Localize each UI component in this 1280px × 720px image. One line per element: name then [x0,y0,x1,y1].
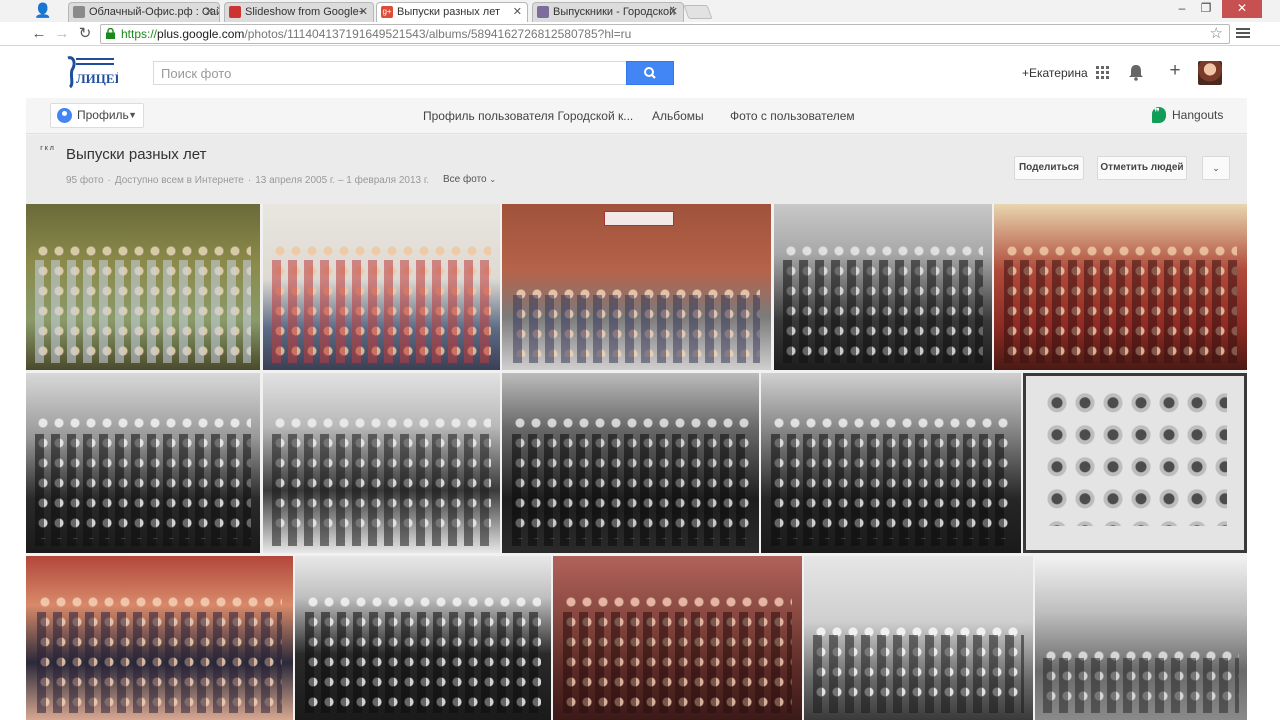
share-plus-icon[interactable]: + [1163,60,1187,84]
album-date-range: 13 апреля 2005 г. – 1 февраля 2013 г. [255,175,430,186]
url-path: /photos/111404137191649521543/albums/589… [244,27,632,41]
tab-favicon-icon [229,6,241,18]
tab-close-icon[interactable]: ✕ [513,3,522,21]
tab-favicon-icon [73,6,85,18]
search-button[interactable] [626,61,674,85]
album-photo[interactable] [1035,556,1247,720]
album-photo[interactable] [774,204,992,370]
tab-close-icon[interactable]: ✕ [669,3,678,21]
all-photos-label: Все фото [443,174,487,185]
share-button[interactable]: Поделиться [1014,156,1084,180]
url-scheme: https:// [121,27,158,41]
address-bar[interactable]: https://plus.google.com/photos/111404137… [100,24,1230,44]
album-header: г к л Выпуски разных лет 95 фото · Доступн… [26,135,1247,204]
album-photo[interactable] [26,556,293,720]
album-photo[interactable] [502,373,759,553]
nav-link-photos-of-user[interactable]: Фото с пользователем [730,109,855,123]
tab-favicon-icon [537,6,549,18]
hangouts-button[interactable]: Hangouts [1152,105,1224,124]
nav-link-profile[interactable]: Профиль пользователя Городской к... [423,109,633,123]
album-photo[interactable] [502,204,771,370]
profile-icon [57,108,72,123]
tab-close-icon[interactable]: ✕ [359,3,368,21]
album-photo[interactable] [804,556,1033,720]
forward-button[interactable]: → [52,24,72,44]
browser-tab-vypuski[interactable]: g+ Выпуски разных лет ✕ [376,2,528,23]
hangouts-label: Hangouts [1172,108,1224,122]
user-name-link[interactable]: +Екатерина [1022,66,1088,80]
album-photo[interactable] [263,204,500,370]
photo-banner [604,210,675,226]
apps-grid-icon[interactable] [1096,66,1109,79]
chevron-down-icon: ⌄ [489,175,497,184]
minimize-button[interactable]: – [1170,0,1194,18]
album-photo[interactable] [1023,373,1247,553]
browser-toolbar: ← → ↻ https://plus.google.com/photos/111… [0,22,1280,46]
notifications-bell-icon[interactable] [1128,64,1144,81]
avatar[interactable] [1198,61,1222,85]
album-photo[interactable] [761,373,1021,553]
album-meta: 95 фото · Доступно всем в Интернете · 13 апр… [66,175,430,186]
restore-button[interactable]: ❐ [1194,0,1218,18]
gplus-topbar: ЛИЦЕЙ +Екатерина + [26,46,1247,98]
tab-title: Выпускники - Городской [553,6,676,18]
album-photo[interactable] [553,556,802,720]
search-photos-input[interactable] [153,61,626,85]
close-window-button[interactable]: ✕ [1222,0,1262,18]
browser-menu-icon[interactable] [1236,26,1250,42]
nav-link-albums[interactable]: Альбомы [652,109,704,123]
album-photo[interactable] [994,204,1247,370]
hangouts-icon [1152,105,1166,123]
browser-tab-vypuskniki[interactable]: Выпускники - Городской ✕ [532,2,684,22]
photo-count: 95 фото [66,175,104,186]
album-owner-logo-icon: г к л [40,145,54,152]
album-photo[interactable] [26,204,260,370]
logo-text: ЛИЦЕЙ [76,71,118,86]
album-visibility: Доступно всем в Интернете [114,175,244,186]
lyceum-logo-icon[interactable]: ЛИЦЕЙ [62,54,118,90]
gplus-page: ЛИЦЕЙ +Екатерина + Профиль ▼ Профиль пол… [26,46,1247,720]
tag-people-button[interactable]: Отметить людей [1097,156,1187,180]
tab-title: Выпуски разных лет [397,6,500,18]
browser-tab-oblachny[interactable]: Облачный-Офис.рф : Сайт ✕ [68,2,220,22]
back-button[interactable]: ← [29,24,49,44]
profile-button-label: Профиль [77,108,129,122]
url-host: plus.google.com [157,27,245,41]
new-tab-button[interactable] [683,5,713,19]
tab-close-icon[interactable]: ✕ [205,3,214,21]
profile-dropdown-button[interactable]: Профиль ▼ [50,103,144,128]
album-title: Выпуски разных лет [66,146,207,163]
profile-subnav: Профиль ▼ Профиль пользователя Городской… [26,98,1247,134]
search-icon [644,67,656,79]
incognito-icon: 👤 [34,2,52,18]
lock-icon [106,28,115,39]
more-options-chevron-icon[interactable]: ⌄ [1202,156,1230,180]
chevron-down-icon: ▼ [128,110,137,120]
album-photo[interactable] [263,373,500,553]
browser-tabstrip: 👤 Облачный-Офис.рф : Сайт ✕ Slideshow fr… [0,0,1280,23]
album-photo[interactable] [26,373,260,553]
tab-title: Slideshow from Google+ [245,6,366,18]
photo-grid [26,204,1247,720]
gplus-favicon-icon: g+ [381,6,393,18]
all-photos-filter[interactable]: Все фото ⌄ [443,174,496,185]
tab-title: Облачный-Офис.рф : Сайт [89,6,220,18]
photo-caption [1070,534,1201,544]
reload-button[interactable]: ↻ [75,24,95,44]
browser-tab-slideshow[interactable]: Slideshow from Google+ ✕ [224,2,374,22]
bookmark-star-icon[interactable]: ☆ [1210,25,1223,43]
album-photo[interactable] [295,556,551,720]
